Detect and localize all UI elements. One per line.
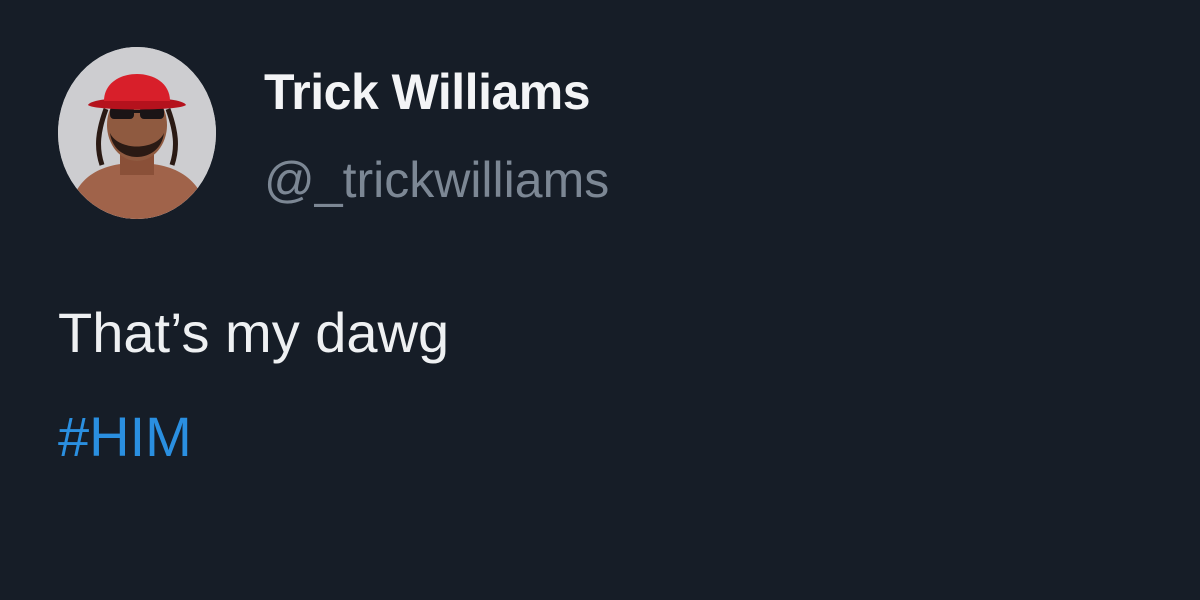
tweet-card: Trick Williams @_trickwilliams That’s my… [0, 0, 1200, 600]
hashtag-link[interactable]: #HIM [58, 404, 192, 470]
tweet-text: That’s my dawg [58, 301, 450, 364]
profile-photo-icon [58, 47, 216, 219]
author-display-name[interactable]: Trick Williams [264, 62, 591, 122]
avatar[interactable] [58, 47, 216, 219]
author-handle[interactable]: @_trickwilliams [264, 150, 609, 210]
